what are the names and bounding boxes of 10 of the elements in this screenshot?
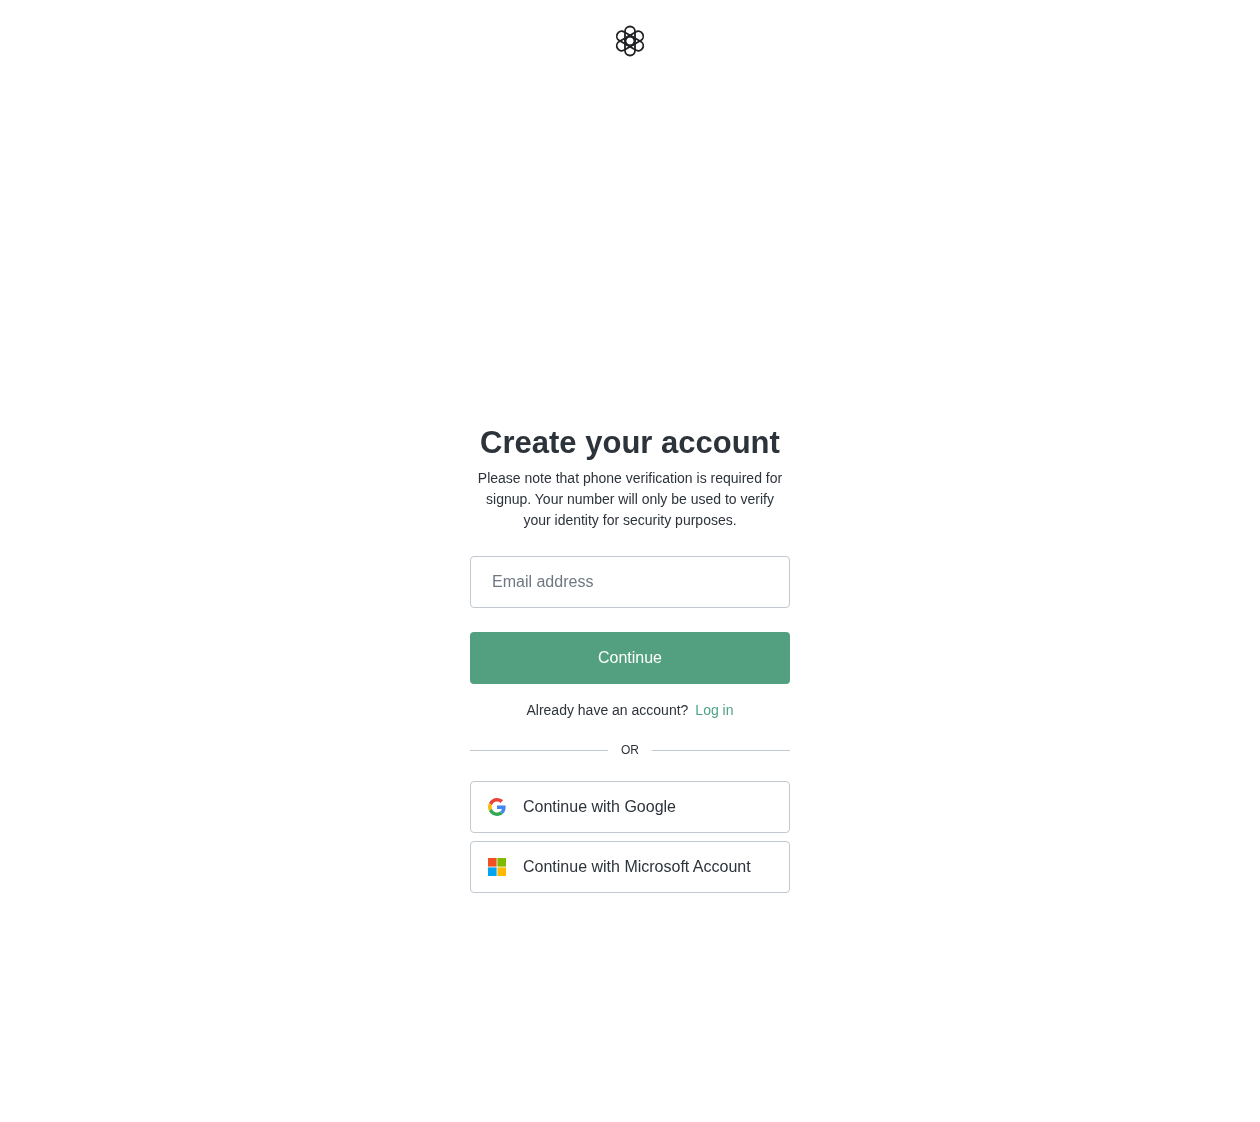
knot-logo-icon [614, 25, 646, 57]
google-g-icon [488, 798, 506, 816]
microsoft-sign-in-button[interactable]: Continue with Microsoft Account [470, 841, 790, 893]
google-sign-in-button[interactable]: Continue with Google [470, 781, 790, 833]
four-squares-icon [488, 858, 506, 876]
phone-verification-notice: Please note that phone verification is required for signup. Your number will only be used to verify your identity for security purposes. [476, 469, 784, 530]
page-heading: Create your account [480, 424, 780, 462]
login-prompt-text: Already have an account? [526, 700, 689, 720]
email-field[interactable]: Email address [470, 556, 790, 608]
or-divider-text: OR [620, 742, 640, 759]
